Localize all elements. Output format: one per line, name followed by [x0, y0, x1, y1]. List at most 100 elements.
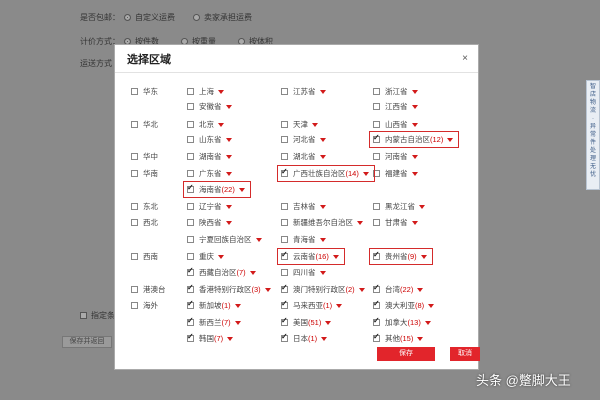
chevron-down-icon[interactable] [264, 287, 271, 292]
province-item-checkbox[interactable] [187, 153, 194, 160]
province-item[interactable]: 新疆维吾尔自治区 [281, 216, 363, 229]
chevron-down-icon[interactable] [225, 104, 232, 109]
province-item[interactable]: 福建省 [373, 167, 418, 180]
chevron-down-icon[interactable] [417, 287, 424, 292]
province-item[interactable]: 河南省 [373, 150, 418, 163]
radio-custom-fee[interactable] [124, 14, 131, 21]
chevron-down-icon[interactable] [336, 303, 343, 308]
province-item[interactable]: 日本(1) [281, 332, 328, 345]
region-huadong[interactable]: 华东 [131, 85, 158, 98]
region-dongbei-checkbox[interactable] [131, 203, 138, 210]
chevron-down-icon[interactable] [227, 336, 234, 341]
chevron-down-icon[interactable] [411, 104, 418, 109]
region-haiwai[interactable]: 海外 [131, 299, 158, 312]
province-item-checkbox[interactable] [187, 121, 194, 128]
region-huadong-checkbox[interactable] [131, 88, 138, 95]
province-item[interactable]: 新加坡(1) [187, 299, 241, 312]
province-item[interactable]: 广东省 [187, 167, 232, 180]
chevron-down-icon[interactable] [411, 154, 418, 159]
chevron-down-icon[interactable] [357, 220, 363, 225]
province-item[interactable]: 辽宁省 [187, 200, 232, 213]
province-item-checkbox[interactable] [281, 332, 288, 342]
radio-seller-pays[interactable] [193, 14, 200, 21]
province-item[interactable]: 重庆 [187, 250, 224, 263]
province-item[interactable]: 安徽省 [187, 100, 232, 113]
province-item-checkbox[interactable] [373, 332, 380, 342]
chevron-down-icon[interactable] [234, 303, 241, 308]
cancel-button[interactable]: 取消 [450, 347, 480, 361]
province-item[interactable]: 陕西省 [187, 216, 232, 229]
province-item-checkbox[interactable] [373, 283, 380, 293]
province-item-checkbox[interactable] [281, 236, 288, 243]
province-item-checkbox[interactable] [187, 170, 194, 177]
province-item[interactable]: 浙江省 [373, 85, 418, 98]
province-item[interactable]: 吉林省 [281, 200, 326, 213]
chevron-down-icon[interactable] [325, 320, 332, 325]
region-huabei[interactable]: 华北 [131, 118, 158, 131]
province-item-checkbox[interactable] [373, 88, 380, 95]
province-item-checkbox[interactable] [281, 121, 288, 128]
province-item[interactable]: 西藏自治区(7) [187, 266, 256, 279]
province-item-checkbox[interactable] [187, 253, 194, 260]
province-item[interactable]: 澳大利亚(8) [373, 299, 435, 312]
province-item[interactable]: 新西兰(7) [187, 316, 241, 329]
region-xibei-checkbox[interactable] [131, 219, 138, 226]
chevron-down-icon[interactable] [225, 204, 232, 209]
province-item[interactable]: 江西省 [373, 100, 418, 113]
region-huabei-checkbox[interactable] [131, 121, 138, 128]
province-item[interactable]: 韩国(7) [187, 332, 234, 345]
region-huazhong-checkbox[interactable] [131, 153, 138, 160]
chevron-down-icon[interactable] [255, 237, 262, 242]
province-item[interactable]: 四川省 [281, 266, 326, 279]
province-item[interactable]: 台湾(22) [373, 283, 424, 296]
chevron-down-icon[interactable] [411, 122, 418, 127]
region-huazhong[interactable]: 华中 [131, 150, 158, 163]
province-item-checkbox[interactable] [187, 332, 194, 342]
save-and-return-button[interactable]: 保存并返回 [62, 336, 112, 348]
chevron-down-icon[interactable] [411, 171, 418, 176]
chevron-down-icon[interactable] [428, 303, 435, 308]
chevron-down-icon[interactable] [218, 254, 224, 259]
province-item-checkbox[interactable] [281, 153, 288, 160]
province-item[interactable]: 美国(51) [281, 316, 332, 329]
province-item-checkbox[interactable] [187, 219, 194, 226]
chevron-down-icon[interactable] [319, 237, 326, 242]
chevron-down-icon[interactable] [411, 89, 418, 94]
region-gangaotai[interactable]: 港澳台 [131, 283, 166, 296]
province-item-checkbox[interactable] [187, 136, 194, 143]
province-item[interactable]: 湖北省 [281, 150, 326, 163]
province-item[interactable]: 宁夏回族自治区 [187, 233, 262, 246]
region-dongbei[interactable]: 东北 [131, 200, 158, 213]
province-item-checkbox[interactable] [187, 316, 194, 326]
province-item-checkbox[interactable] [187, 203, 194, 210]
province-item-checkbox[interactable] [373, 203, 380, 210]
province-item[interactable]: 河北省 [281, 133, 326, 146]
close-icon[interactable]: × [462, 53, 468, 64]
region-xinan-checkbox[interactable] [131, 253, 138, 260]
region-huanan[interactable]: 华南 [131, 167, 158, 180]
province-item[interactable]: 江苏省 [281, 85, 326, 98]
province-item[interactable]: 湖南省 [187, 150, 232, 163]
region-xibei[interactable]: 西北 [131, 216, 158, 229]
province-item[interactable]: 马来西亚(1) [281, 299, 343, 312]
chevron-down-icon[interactable] [424, 320, 431, 325]
province-item-checkbox[interactable] [281, 88, 288, 95]
chevron-down-icon[interactable] [319, 270, 326, 275]
province-item-checkbox[interactable] [373, 219, 380, 226]
chevron-down-icon[interactable] [225, 220, 232, 225]
chevron-down-icon[interactable] [312, 122, 318, 127]
chevron-down-icon[interactable] [358, 287, 365, 292]
region-gangaotai-checkbox[interactable] [131, 286, 138, 293]
chevron-down-icon[interactable] [321, 336, 328, 341]
province-item[interactable]: 天津 [281, 118, 318, 131]
province-item-checkbox[interactable] [373, 103, 380, 110]
chevron-down-icon[interactable] [225, 154, 232, 159]
province-item-checkbox[interactable] [281, 136, 288, 143]
province-item-checkbox[interactable] [281, 316, 288, 326]
chevron-down-icon[interactable] [411, 220, 418, 225]
province-item-checkbox[interactable] [373, 153, 380, 160]
province-item[interactable]: 香港特别行政区(3) [187, 283, 271, 296]
side-service-tab[interactable]: 智店物流 · 异常件处理无忧 [586, 80, 600, 190]
province-item[interactable]: 甘肃省 [373, 216, 418, 229]
province-item[interactable]: 北京 [187, 118, 224, 131]
